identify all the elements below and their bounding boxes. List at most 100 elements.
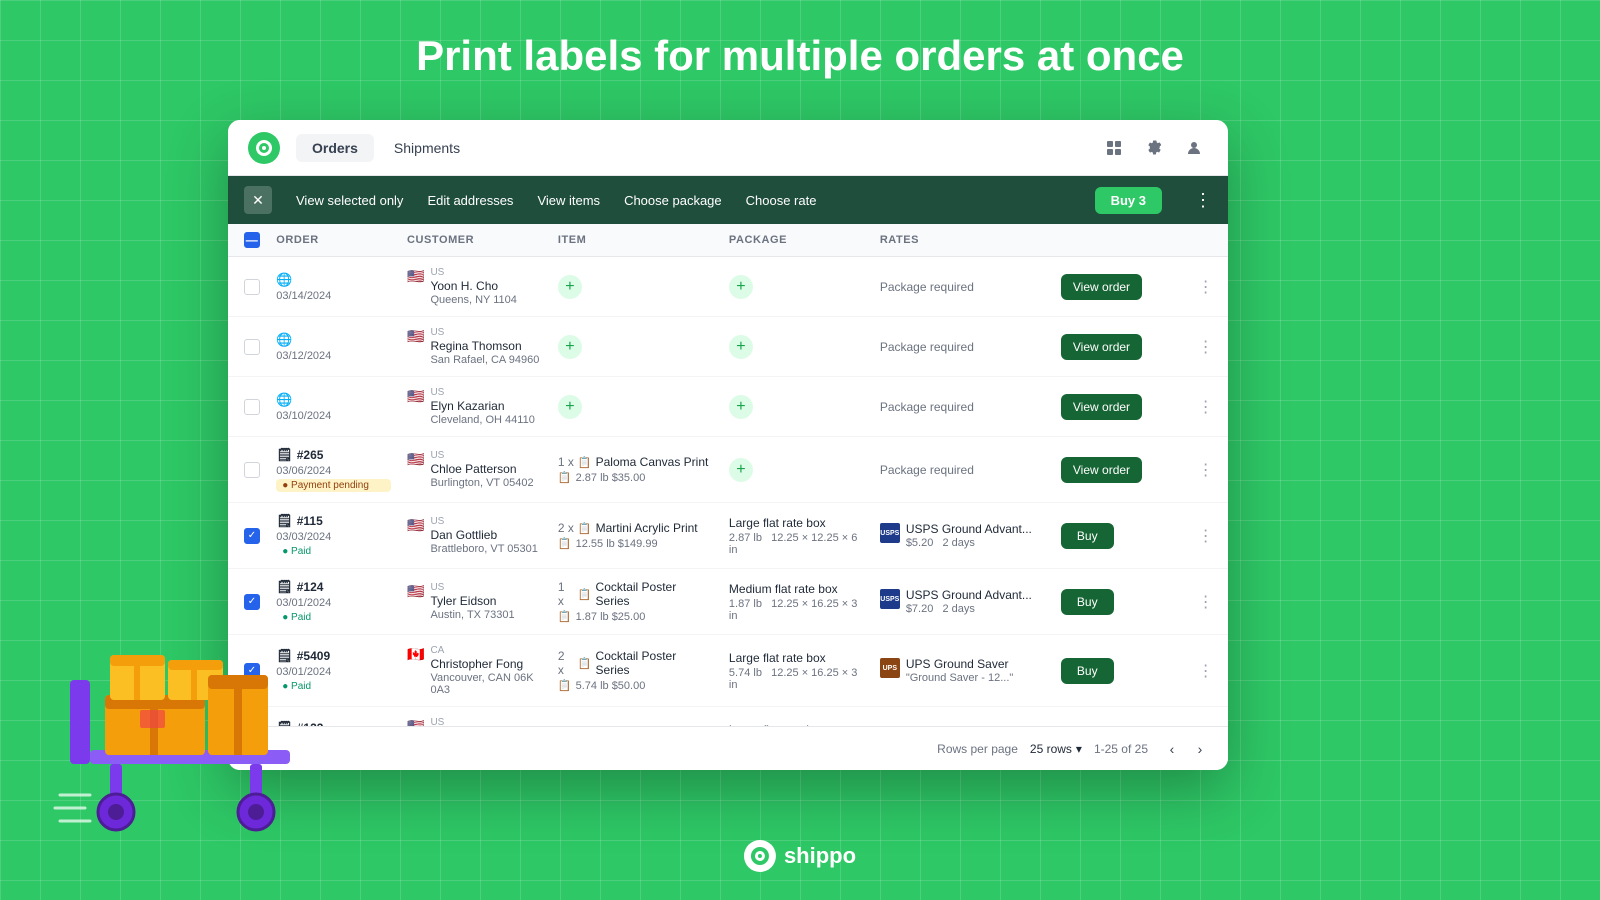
rows-per-page-select[interactable]: 25 rows ▾ bbox=[1030, 742, 1082, 756]
prev-page-button[interactable]: ‹ bbox=[1160, 737, 1184, 761]
tab-orders[interactable]: Orders bbox=[296, 134, 374, 162]
grid-icon[interactable] bbox=[1100, 134, 1128, 162]
action-cell: Buy bbox=[1053, 635, 1184, 707]
customer-info: 🇺🇸 US Dan Gottlieb Brattleboro, VT 05301 bbox=[407, 516, 542, 555]
rate-cell: Package required bbox=[872, 377, 1053, 437]
customer-name: Tyler Eidson bbox=[430, 594, 514, 608]
carrier-logo: USPS bbox=[880, 589, 900, 609]
item-cell: 2 x 📋 Martini Acrylic Print 📋 12.55 lb $… bbox=[550, 503, 721, 569]
customer-cell: 🇺🇸 US Dan Gottlieb Brattleboro, VT 05301 bbox=[399, 503, 550, 569]
customer-cell: 🇺🇸 US Chloe Patterson Burlington, VT 054… bbox=[399, 437, 550, 503]
add-package-icon[interactable]: + bbox=[729, 458, 753, 482]
row-more-icon[interactable]: ⋮ bbox=[1192, 460, 1220, 481]
toolbar: ✕ View selected only Edit addresses View… bbox=[228, 176, 1228, 224]
add-item-icon[interactable]: + bbox=[558, 275, 582, 299]
row-checkbox[interactable] bbox=[244, 399, 260, 415]
customer-address: Austin, TX 73301 bbox=[430, 609, 514, 621]
toolbar-edit-addresses[interactable]: Edit addresses bbox=[427, 193, 513, 208]
orders-table: — ORDER CUSTOMER ITEM PACKAGE RATES 🌐 03… bbox=[228, 224, 1228, 726]
customer-cell: 🇺🇸 US Adhi Zhaksybay Huntington Beach, C… bbox=[399, 707, 550, 727]
add-item-icon[interactable]: + bbox=[558, 395, 582, 419]
carrier-logo: USPS bbox=[880, 523, 900, 543]
toolbar-view-items[interactable]: View items bbox=[537, 193, 600, 208]
page-range: 1-25 of 25 bbox=[1094, 742, 1148, 756]
order-date: 03/03/2024 bbox=[276, 531, 391, 543]
toolbar-view-selected[interactable]: View selected only bbox=[296, 193, 403, 208]
customer-flag: 🇺🇸 bbox=[407, 583, 424, 600]
order-type-icon: 🗒 bbox=[276, 447, 293, 463]
package-cell: + bbox=[721, 437, 872, 503]
buy-rate-button[interactable]: Buy bbox=[1061, 589, 1114, 615]
customer-info: 🇺🇸 US Adhi Zhaksybay Huntington Beach, C… bbox=[407, 717, 542, 726]
order-id: 🗒 #265 bbox=[276, 447, 391, 463]
customer-flag: 🇺🇸 bbox=[407, 268, 424, 285]
order-cell: 🌐 03/12/2024 bbox=[268, 317, 399, 377]
pagination: Rows per page 25 rows ▾ 1-25 of 25 ‹ › bbox=[228, 726, 1228, 770]
row-checkbox[interactable] bbox=[244, 279, 260, 295]
view-order-button[interactable]: View order bbox=[1061, 274, 1142, 300]
rate-meta: $7.20 2 days bbox=[906, 603, 1032, 615]
more-cell: ⋮ bbox=[1184, 257, 1228, 317]
package-required-text: Package required bbox=[880, 463, 974, 477]
view-order-button[interactable]: View order bbox=[1061, 334, 1142, 360]
next-page-button[interactable]: › bbox=[1188, 737, 1212, 761]
settings-icon[interactable] bbox=[1140, 134, 1168, 162]
row-more-icon[interactable]: ⋮ bbox=[1192, 661, 1220, 682]
nav-tabs: Orders Shipments bbox=[296, 134, 476, 162]
row-checkbox[interactable] bbox=[244, 462, 260, 478]
toolbar-choose-package[interactable]: Choose package bbox=[624, 193, 722, 208]
col-header-item: ITEM bbox=[550, 224, 721, 257]
more-cell: ⋮ bbox=[1184, 503, 1228, 569]
row-more-icon[interactable]: ⋮ bbox=[1192, 526, 1220, 547]
rate-cell: Package required bbox=[872, 317, 1053, 377]
app-window: Orders Shipments bbox=[228, 120, 1228, 770]
user-icon[interactable] bbox=[1180, 134, 1208, 162]
customer-cell: 🇺🇸 US Tyler Eidson Austin, TX 73301 bbox=[399, 569, 550, 635]
package-name: Large flat rate box bbox=[729, 651, 864, 665]
view-order-button[interactable]: View order bbox=[1061, 457, 1142, 483]
add-item-icon[interactable]: + bbox=[558, 335, 582, 359]
buy-button[interactable]: Buy 3 bbox=[1095, 187, 1162, 214]
package-cell: Medium flat rate box 1.87 lb 12.25 × 16.… bbox=[721, 569, 872, 635]
order-cell: 🗒 #265 03/06/2024● Payment pending bbox=[268, 437, 399, 503]
package-name: Large flat rate box bbox=[729, 723, 864, 727]
more-cell: ⋮ bbox=[1184, 707, 1228, 727]
table-row: ✓ 🗒 #5409 03/01/2024● Paid 🇨🇦 CA Christo… bbox=[228, 635, 1228, 707]
order-id: 🌐 bbox=[276, 272, 391, 288]
rate-info: UPS UPS Ground Saver "Ground Saver - 12.… bbox=[880, 657, 1045, 684]
row-checkbox[interactable] bbox=[244, 339, 260, 355]
item-name: 2 x 📋 Martini Acrylic Print bbox=[558, 521, 713, 535]
buy-rate-button[interactable]: Buy bbox=[1061, 658, 1114, 684]
order-id: 🌐 bbox=[276, 392, 391, 408]
more-cell: ⋮ bbox=[1184, 437, 1228, 503]
customer-flag: 🇺🇸 bbox=[407, 517, 424, 534]
view-order-button[interactable]: View order bbox=[1061, 394, 1142, 420]
row-more-icon[interactable]: ⋮ bbox=[1192, 592, 1220, 613]
row-checkbox[interactable]: ✓ bbox=[244, 528, 260, 544]
select-all-checkbox[interactable]: — bbox=[244, 232, 260, 248]
add-package-icon[interactable]: + bbox=[729, 275, 753, 299]
customer-address: San Rafael, CA 94960 bbox=[430, 354, 539, 366]
buy-rate-button[interactable]: Buy bbox=[1061, 523, 1114, 549]
customer-country: US bbox=[430, 717, 541, 726]
toolbar-choose-rate[interactable]: Choose rate bbox=[746, 193, 817, 208]
order-cell: 🌐 03/10/2024 bbox=[268, 377, 399, 437]
row-more-icon[interactable]: ⋮ bbox=[1192, 277, 1220, 298]
customer-name: Regina Thomson bbox=[430, 339, 539, 353]
col-header-customer: CUSTOMER bbox=[399, 224, 550, 257]
add-package-icon[interactable]: + bbox=[729, 335, 753, 359]
order-date: 03/12/2024 bbox=[276, 350, 391, 362]
row-more-icon[interactable]: ⋮ bbox=[1192, 337, 1220, 358]
item-name: 1 x 📋 Cocktail Poster Series bbox=[558, 580, 713, 608]
item-meta: 📋 2.87 lb $35.00 bbox=[558, 471, 713, 484]
row-more-icon[interactable]: ⋮ bbox=[1192, 397, 1220, 418]
toolbar-more-icon[interactable]: ⋮ bbox=[1194, 190, 1212, 211]
customer-name: Christopher Fong bbox=[430, 657, 541, 671]
close-button[interactable]: ✕ bbox=[244, 186, 272, 214]
add-package-icon[interactable]: + bbox=[729, 395, 753, 419]
checkbox-cell bbox=[228, 377, 268, 437]
package-cell: + bbox=[721, 377, 872, 437]
item-meta: 📋 5.74 lb $50.00 bbox=[558, 679, 713, 692]
item-info: 1 x 📋 Paloma Canvas Print 📋 2.87 lb $35.… bbox=[558, 455, 713, 484]
tab-shipments[interactable]: Shipments bbox=[378, 134, 476, 162]
